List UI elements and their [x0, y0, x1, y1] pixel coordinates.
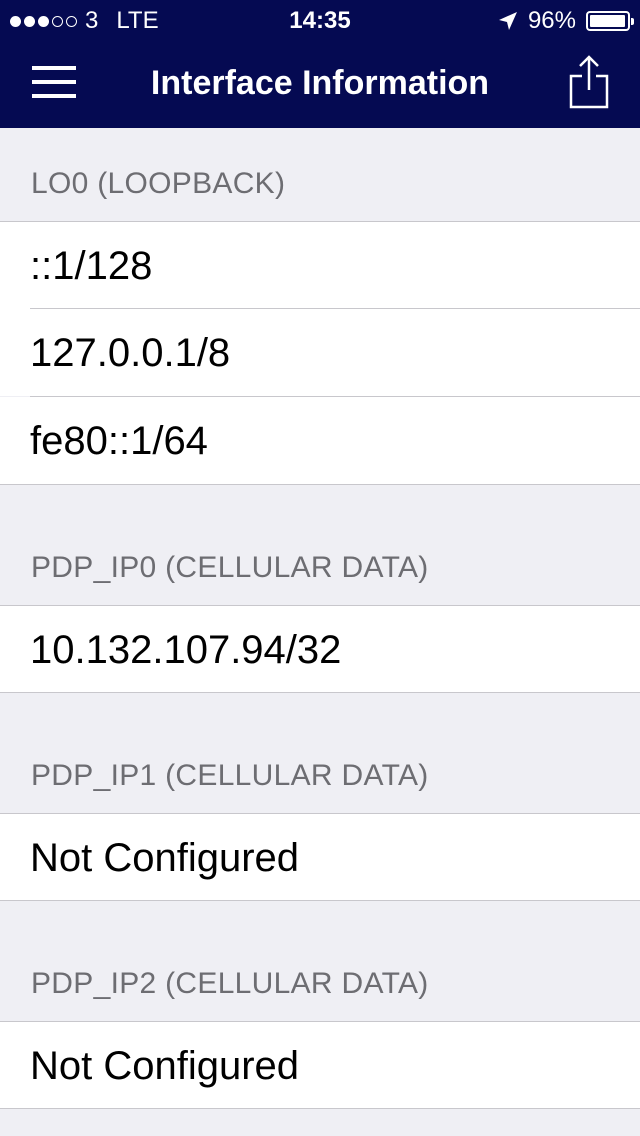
status-bar: 3 LTE 14:35 96%	[0, 0, 640, 40]
list-item[interactable]: 10.132.107.94/32	[0, 606, 640, 693]
address-value: 10.132.107.94/32	[30, 628, 342, 672]
address-value: 127.0.0.1/8	[30, 331, 231, 375]
battery-percent: 96%	[527, 7, 576, 34]
section-header-pdp-ip2: PDP_IP2 (CELLULAR DATA)	[31, 967, 429, 1000]
battery-level	[590, 15, 625, 27]
section-header-lo0: LO0 (LOOPBACK)	[31, 167, 286, 200]
navigation-bar: Interface Information	[0, 40, 640, 128]
section-header-pdp-ip0: PDP_IP0 (CELLULAR DATA)	[31, 551, 429, 584]
divider	[0, 484, 640, 485]
section-header-pdp-ip1: PDP_IP1 (CELLULAR DATA)	[31, 759, 429, 792]
battery-icon	[586, 11, 634, 31]
list-item[interactable]: Not Configured	[0, 814, 640, 901]
list-item[interactable]: fe80::1/64	[0, 397, 640, 484]
location-arrow-icon	[498, 12, 517, 30]
list-item[interactable]: ::1/128	[0, 222, 640, 309]
divider	[0, 1108, 640, 1109]
address-value: fe80::1/64	[30, 419, 208, 463]
share-button[interactable]	[568, 54, 610, 110]
address-value: ::1/128	[30, 244, 153, 288]
divider	[0, 692, 640, 693]
share-icon	[569, 55, 609, 109]
divider	[0, 900, 640, 901]
list-item[interactable]: Not Configured	[0, 1022, 640, 1109]
address-value: Not Configured	[30, 836, 300, 880]
list-item[interactable]: 127.0.0.1/8	[0, 309, 640, 396]
page-title: Interface Information	[150, 64, 490, 102]
status-right: 96%	[498, 7, 634, 35]
address-value: Not Configured	[30, 1044, 300, 1088]
